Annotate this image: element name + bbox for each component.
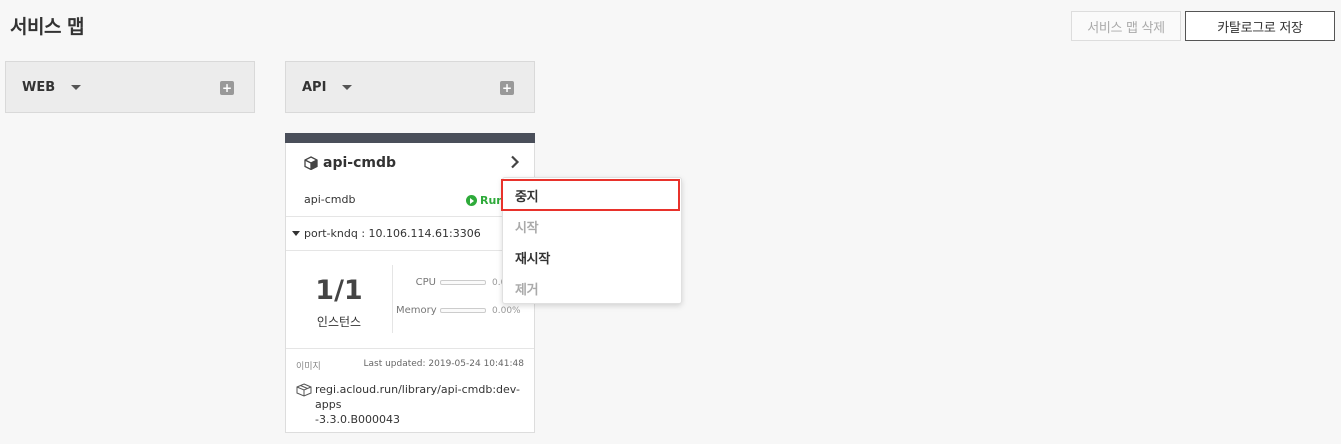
service-subtitle: api-cmdb <box>304 193 356 206</box>
instance-count: 1/1 <box>315 275 363 306</box>
menu-item-restart[interactable]: 재시작 <box>503 242 681 273</box>
memory-value: 0.00% <box>492 305 521 316</box>
package-icon <box>296 383 312 397</box>
image-section: 이미지 Last updated: 2019-05-24 10:41:48 re… <box>286 349 534 427</box>
caret-down-icon[interactable] <box>292 231 300 236</box>
instance-label: 인스턴스 <box>316 315 362 329</box>
service-action-menu: 중지 시작 재시작 제거 <box>501 177 682 304</box>
group-label: API <box>302 79 327 95</box>
cpu-bar <box>440 280 486 285</box>
menu-item-remove[interactable]: 제거 <box>503 273 681 304</box>
plus-box-icon[interactable]: + <box>500 81 514 95</box>
divider <box>392 265 393 333</box>
delete-service-map-button[interactable]: 서비스 맵 삭제 <box>1071 11 1181 41</box>
cpu-label: CPU <box>415 277 436 288</box>
port-row[interactable]: port-kndq : 10.106.114.61:3306 <box>286 217 534 251</box>
group-label: WEB <box>22 79 56 95</box>
menu-item-stop[interactable]: 중지 <box>501 179 680 211</box>
port-label: port-kndq : 10.106.114.61:3306 <box>304 227 481 240</box>
image-path: regi.acloud.run/library/api-cmdb:dev-app… <box>315 382 524 427</box>
image-path-line: -3.3.0.B000043 <box>315 413 400 426</box>
memory-bar <box>440 308 486 313</box>
group-header-api: API + <box>285 61 535 113</box>
plus-box-icon[interactable]: + <box>220 81 234 95</box>
service-card: api-cmdb api-cmdb Run port-kndq : 10.106… <box>285 133 535 433</box>
image-row: regi.acloud.run/library/api-cmdb:dev-app… <box>296 382 524 427</box>
chevron-down-icon[interactable] <box>342 85 353 90</box>
service-name[interactable]: api-cmdb <box>323 155 396 171</box>
memory-metric: Memory 0.00% <box>396 305 521 316</box>
memory-label: Memory <box>396 305 437 316</box>
card-top-bar <box>285 133 535 143</box>
last-updated: Last updated: 2019-05-24 10:41:48 <box>363 359 524 369</box>
card-header: api-cmdb <box>286 143 534 183</box>
play-circle-icon <box>466 195 477 206</box>
page-title: 서비스 맵 <box>10 16 85 38</box>
chevron-right-icon[interactable] <box>510 155 520 169</box>
cube-icon <box>304 156 318 170</box>
cpu-metric: CPU 0.0 <box>396 277 507 288</box>
image-path-line: regi.acloud.run/library/api-cmdb:dev-app… <box>315 383 520 411</box>
menu-item-start[interactable]: 시작 <box>503 211 681 242</box>
card-subtitle-row: api-cmdb Run <box>286 183 534 217</box>
instance-stats: 1/1 인스턴스 CPU 0.0 Memory 0.00% <box>286 251 534 349</box>
save-to-catalog-button[interactable]: 카탈로그로 저장 <box>1185 11 1335 41</box>
group-header-web: WEB + <box>5 61 255 113</box>
status-badge: Run <box>466 194 504 207</box>
chevron-down-icon[interactable] <box>71 85 82 90</box>
